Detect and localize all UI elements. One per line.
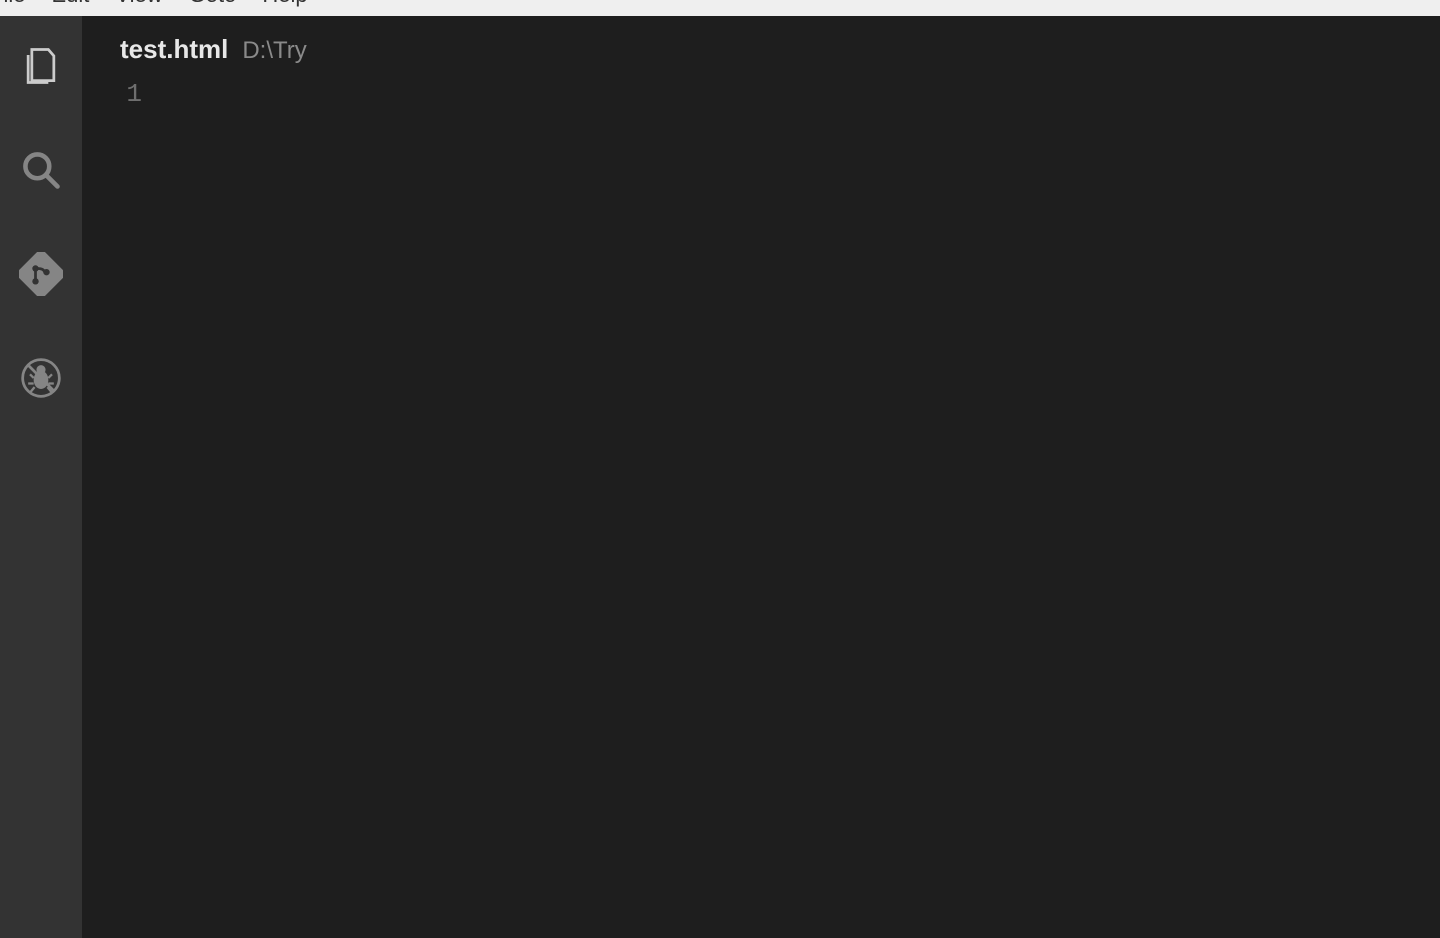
debug-button[interactable] — [19, 358, 63, 402]
menu-bar: File Edit View Goto Help — [0, 0, 1440, 16]
bug-icon — [19, 356, 63, 405]
code-content[interactable] — [172, 75, 1440, 938]
menu-goto[interactable]: Goto — [189, 0, 237, 8]
editor-tab[interactable]: test.html D:\Try — [82, 16, 1440, 75]
menu-file[interactable]: File — [0, 0, 25, 8]
source-control-button[interactable] — [19, 254, 63, 298]
activity-bar — [0, 16, 82, 938]
menu-view[interactable]: View — [115, 0, 162, 8]
search-icon — [19, 148, 63, 197]
git-icon — [19, 252, 63, 301]
tab-path: D:\Try — [242, 37, 306, 65]
code-editor[interactable]: 1 — [82, 75, 1440, 938]
line-number-gutter: 1 — [82, 75, 172, 938]
menu-edit[interactable]: Edit — [51, 0, 89, 8]
search-button[interactable] — [19, 150, 63, 194]
main-area: test.html D:\Try 1 — [0, 16, 1440, 938]
tab-filename: test.html — [120, 34, 228, 65]
menu-help[interactable]: Help — [262, 0, 307, 8]
explorer-button[interactable] — [19, 46, 63, 90]
files-icon — [19, 44, 63, 93]
line-number: 1 — [82, 79, 142, 109]
editor-group: test.html D:\Try 1 — [82, 16, 1440, 938]
